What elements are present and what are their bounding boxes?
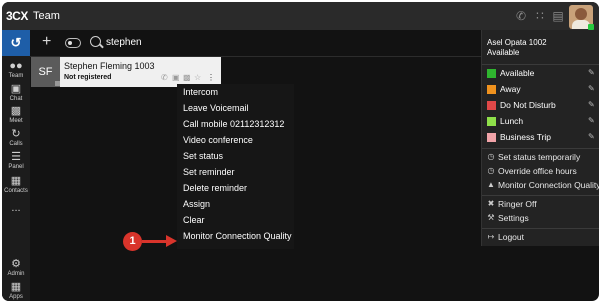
call-icon[interactable]: ✆ bbox=[161, 73, 168, 82]
pencil-icon[interactable]: ✎ bbox=[588, 100, 595, 109]
logout-icon: ↦ bbox=[487, 232, 495, 241]
contacts-icon: ▦ bbox=[10, 175, 22, 187]
divider bbox=[482, 64, 599, 65]
app-logo: 3CX bbox=[6, 9, 28, 23]
menu-item-monitor-connection-quality[interactable]: Monitor Connection Quality bbox=[183, 231, 292, 241]
gear-icon: ⚙ bbox=[11, 258, 21, 270]
menu-item-intercom[interactable]: Intercom bbox=[183, 87, 218, 97]
logout[interactable]: ↦ Logout bbox=[482, 231, 599, 245]
chat-icon[interactable]: ▣ bbox=[172, 73, 180, 82]
status-option-available[interactable]: Available ✎ bbox=[482, 67, 599, 81]
menu-item-set-status[interactable]: Set status bbox=[183, 151, 223, 161]
menu-item-call-mobile[interactable]: Call mobile 02112312312 bbox=[183, 119, 284, 129]
status-swatch bbox=[487, 69, 496, 78]
home-button[interactable]: ↺ bbox=[2, 30, 30, 56]
pencil-icon[interactable]: ✎ bbox=[588, 116, 595, 125]
sidebar-item-more[interactable]: ... bbox=[2, 202, 30, 214]
sidebar-item-calls[interactable]: ↻ Calls bbox=[2, 128, 30, 148]
status-swatch bbox=[487, 117, 496, 126]
sidebar-item-meet[interactable]: ▩ Meet bbox=[2, 105, 30, 125]
more-icon: ... bbox=[11, 202, 21, 214]
current-status: Available bbox=[487, 48, 520, 57]
menu-item-set-reminder[interactable]: Set reminder bbox=[183, 167, 235, 177]
sidebar-item-team[interactable]: ●● Team bbox=[2, 60, 30, 80]
dialpad-icon[interactable]: ∷ bbox=[533, 9, 547, 23]
status-option-away[interactable]: Away ✎ bbox=[482, 83, 599, 97]
title-bar: 3CX Team ✆ ∷ ▤ bbox=[2, 2, 599, 30]
star-icon[interactable]: ☆ bbox=[194, 73, 201, 82]
divider bbox=[482, 228, 599, 229]
divider bbox=[482, 195, 599, 196]
menu-item-video-conference[interactable]: Video conference bbox=[183, 135, 253, 145]
arrow-head-icon bbox=[166, 235, 177, 247]
clock-icon: ◷ bbox=[487, 166, 495, 175]
app-window: 3CX Team ✆ ∷ ▤ ↺ ●● Team ▣ Chat ▩ Meet ↻… bbox=[2, 2, 599, 301]
monitor-connection-quality[interactable]: ▲ Monitor Connection Quality bbox=[482, 179, 599, 193]
people-icon: ●● bbox=[9, 60, 23, 72]
callout-arrow bbox=[142, 240, 168, 243]
search-input[interactable]: stephen bbox=[106, 37, 142, 48]
override-office-hours[interactable]: ◷ Override office hours bbox=[482, 165, 599, 179]
wrench-icon: ⚒ bbox=[487, 213, 495, 222]
menu-item-leave-voicemail[interactable]: Leave Voicemail bbox=[183, 103, 249, 113]
settings[interactable]: ⚒ Settings bbox=[482, 212, 599, 226]
pencil-icon[interactable]: ✎ bbox=[588, 132, 595, 141]
history-icon: ↻ bbox=[11, 128, 21, 140]
phone-icon[interactable]: ✆ bbox=[514, 9, 528, 23]
sidebar-item-chat[interactable]: ▣ Chat bbox=[2, 83, 30, 103]
panel-icon: ☰ bbox=[11, 151, 21, 163]
filter-toggle[interactable] bbox=[65, 38, 81, 48]
context-menu: Intercom Leave Voicemail Call mobile 021… bbox=[177, 84, 294, 249]
search-icon bbox=[90, 36, 101, 47]
logo-icon: ↺ bbox=[10, 35, 22, 50]
sidebar: ↺ ●● Team ▣ Chat ▩ Meet ↻ Calls ☰ Panel … bbox=[2, 30, 30, 301]
pencil-icon[interactable]: ✎ bbox=[588, 68, 595, 77]
status-swatch bbox=[487, 101, 496, 110]
status-option-do-not-disturb[interactable]: Do Not Disturb ✎ bbox=[482, 99, 599, 113]
pencil-icon[interactable]: ✎ bbox=[588, 84, 595, 93]
apps-icon: ▦ bbox=[10, 281, 22, 293]
contact-status: Not registered bbox=[64, 74, 112, 81]
contact-card[interactable]: SF Stephen Fleming 1003 Not registered ✆… bbox=[31, 57, 221, 87]
status-option-business-trip[interactable]: Business Trip ✎ bbox=[482, 131, 599, 145]
status-option-lunch[interactable]: Lunch ✎ bbox=[482, 115, 599, 129]
clock-icon: ◷ bbox=[487, 152, 495, 161]
sidebar-item-panel[interactable]: ☰ Panel bbox=[2, 151, 30, 171]
book-icon[interactable]: ▤ bbox=[551, 9, 565, 23]
status-swatch bbox=[487, 85, 496, 94]
sidebar-item-apps[interactable]: ▦ Apps bbox=[2, 281, 30, 301]
menu-item-delete-reminder[interactable]: Delete reminder bbox=[183, 183, 247, 193]
user-name: Asel Opata 1002 bbox=[487, 38, 547, 47]
ringer-off[interactable]: ✖ Ringer Off bbox=[482, 198, 599, 212]
more-options-icon[interactable]: ⋮ bbox=[207, 73, 215, 82]
step-callout: 1 bbox=[123, 232, 142, 251]
divider bbox=[482, 148, 599, 149]
menu-item-clear[interactable]: Clear bbox=[183, 215, 205, 225]
status-indicator bbox=[55, 81, 60, 86]
set-status-temporarily[interactable]: ◷ Set status temporarily bbox=[482, 151, 599, 165]
status-panel: Asel Opata 1002 Available Available ✎ Aw… bbox=[481, 30, 599, 246]
signal-icon: ▲ bbox=[487, 180, 495, 189]
chat-icon: ▣ bbox=[10, 83, 22, 95]
add-button[interactable]: + bbox=[42, 33, 51, 51]
video-icon: ▩ bbox=[10, 105, 22, 117]
sidebar-item-contacts[interactable]: ▦ Contacts bbox=[2, 175, 30, 195]
menu-item-assign[interactable]: Assign bbox=[183, 199, 210, 209]
video-icon[interactable]: ▩ bbox=[183, 73, 191, 82]
bell-off-icon: ✖ bbox=[487, 199, 495, 208]
status-swatch bbox=[487, 133, 496, 142]
window-title: Team bbox=[33, 10, 60, 22]
sidebar-item-admin[interactable]: ⚙ Admin bbox=[2, 258, 30, 278]
contact-name: Stephen Fleming 1003 bbox=[64, 61, 155, 71]
